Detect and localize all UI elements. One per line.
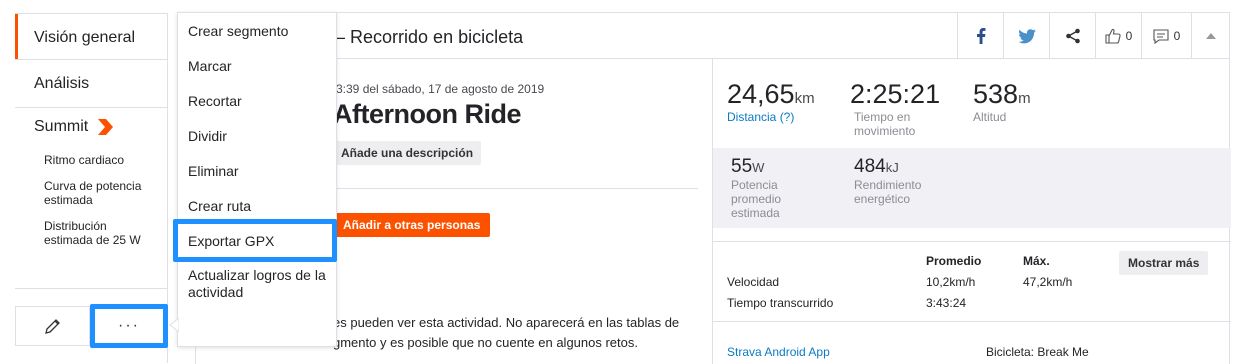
header-actions: 0 0: [957, 13, 1229, 59]
power-stat: 55W Potencia promedio estimada: [731, 156, 811, 220]
page-title: ie – Recorrido en bicicleta: [316, 27, 524, 47]
privacy-notice: es pueden ver esta actividad. No aparece…: [333, 313, 703, 353]
menu-item-export-gpx[interactable]: Exportar GPX: [188, 233, 274, 249]
primary-stats: 24,65km Distancia (?) 2:25:21 Tiempo en …: [713, 59, 1231, 148]
add-description-button[interactable]: Añade una descripción: [333, 141, 482, 165]
pencil-icon: [44, 319, 60, 334]
table-row-label: Velocidad: [727, 275, 780, 289]
moving-time-value: 2:25:21: [850, 79, 941, 109]
power-label: Potencia promedio estimada: [731, 178, 782, 220]
sidebar-subitem-power-curve[interactable]: Curva de potencia estimada: [44, 179, 144, 207]
activity-stats: 24,65km Distancia (?) 2:25:21 Tiempo en …: [713, 59, 1231, 364]
moving-time-stat: 2:25:21 Tiempo en movimiento: [850, 79, 940, 138]
summit-chevron-icon: [98, 119, 114, 135]
stats-divider: [713, 241, 1231, 242]
bike-info: Bicicleta: Break Me: [986, 345, 1089, 359]
thumbs-up-icon: [1105, 28, 1121, 44]
show-more-button[interactable]: Mostrar más: [1119, 251, 1209, 275]
share-icon: [1065, 28, 1080, 44]
comment-count: 0: [1173, 29, 1181, 43]
energy-value: 484: [854, 156, 886, 177]
menu-item-flag[interactable]: Marcar: [188, 58, 232, 74]
menu-item-refresh-achievements[interactable]: Actualizar logros de la actividad: [188, 267, 328, 301]
activity-sidebar: Visión general Análisis Summit Ritmo car…: [15, 13, 167, 289]
menu-item-split[interactable]: Dividir: [188, 128, 227, 144]
distance-label-link[interactable]: Distancia (?): [727, 110, 815, 124]
edit-button[interactable]: [16, 307, 90, 345]
secondary-stats: 55W Potencia promedio estimada 484kJ Ren…: [713, 148, 1231, 228]
add-people-button[interactable]: Añadir a otras personas: [333, 213, 491, 237]
activity-panel: ie – Recorrido en bicicleta 0 0 3:39 del…: [195, 12, 1231, 364]
elevation-label: Altitud: [973, 110, 1007, 124]
menu-item-create-segment[interactable]: Crear segmento: [188, 23, 288, 39]
activity-header: ie – Recorrido en bicicleta 0 0: [196, 13, 1229, 59]
ellipsis-icon: ···: [118, 317, 140, 334]
sidebar-subitem-power-distribution[interactable]: Distribución estimada de 25 W: [44, 219, 144, 247]
elevation-unit: m: [1018, 90, 1031, 107]
sidebar-item-label: Visión general: [34, 29, 136, 46]
power-unit: W: [752, 160, 765, 175]
summit-label: Summit: [34, 118, 89, 135]
sidebar-item-label: Análisis: [34, 75, 90, 92]
distance-value: 24,65: [727, 79, 795, 109]
share-button[interactable]: [1049, 13, 1095, 59]
caret-up-icon: [1205, 33, 1216, 39]
menu-item-crop[interactable]: Recortar: [188, 93, 242, 109]
privacy-line-1: es pueden ver esta actividad. No aparece…: [333, 315, 680, 330]
comment-button[interactable]: 0: [1141, 13, 1191, 59]
energy-unit: kJ: [885, 160, 899, 175]
elevation-stat: 538m Altitud: [973, 79, 1031, 124]
sidebar-subitem-heart-rate[interactable]: Ritmo cardiaco: [44, 153, 144, 167]
table-row-avg: 10,2km/h: [926, 275, 976, 289]
sidebar-action-row: ···: [15, 304, 168, 348]
energy-label: Rendimiento energético: [854, 178, 922, 206]
facebook-share-button[interactable]: [957, 13, 1003, 59]
kudos-button[interactable]: 0: [1095, 13, 1141, 59]
activity-title: Afternoon Ride: [333, 99, 522, 129]
actions-dropdown-menu: Crear segmento Marcar Recortar Dividir E…: [177, 12, 337, 347]
moving-time-label: Tiempo en movimiento: [854, 110, 916, 138]
facebook-icon: [976, 28, 985, 44]
elevation-value: 538: [973, 79, 1019, 109]
collapse-button[interactable]: [1191, 13, 1229, 59]
comment-icon: [1153, 28, 1169, 44]
summit-heading[interactable]: Summit: [34, 118, 167, 136]
distance-unit: km: [794, 90, 815, 107]
more-actions-button[interactable]: ···: [90, 304, 168, 348]
sidebar-item-analysis[interactable]: Análisis: [15, 60, 167, 108]
menu-item-delete[interactable]: Eliminar: [188, 163, 239, 179]
device-app-link[interactable]: Strava Android App: [727, 345, 830, 359]
summit-section: Summit Ritmo cardiaco Curva de potencia …: [15, 108, 167, 289]
power-value: 55: [731, 156, 753, 177]
distance-stat: 24,65km Distancia (?): [727, 79, 815, 124]
details-divider: [333, 188, 698, 189]
privacy-line-2: gmento y es posible que no cuente en alg…: [333, 335, 638, 350]
sidebar-item-overview[interactable]: Visión general: [15, 13, 167, 60]
menu-item-create-route[interactable]: Crear ruta: [188, 198, 251, 214]
kudos-count: 0: [1125, 29, 1133, 43]
energy-stat: 484kJ Rendimiento energético: [854, 156, 934, 206]
table-row-label: Tiempo transcurrido: [727, 296, 834, 310]
table-header-average: Promedio: [926, 254, 982, 268]
menu-pointer-icon: [169, 318, 179, 332]
activity-date: 3:39 del sábado, 17 de agosto de 2019: [336, 82, 545, 96]
footer-divider: [713, 321, 1231, 322]
table-row-max: 47,2km/h: [1023, 275, 1073, 289]
twitter-share-button[interactable]: [1003, 13, 1049, 59]
table-header-max: Máx.: [1023, 254, 1050, 268]
table-row-avg: 3:43:24: [926, 296, 967, 310]
twitter-icon: [1017, 28, 1036, 43]
